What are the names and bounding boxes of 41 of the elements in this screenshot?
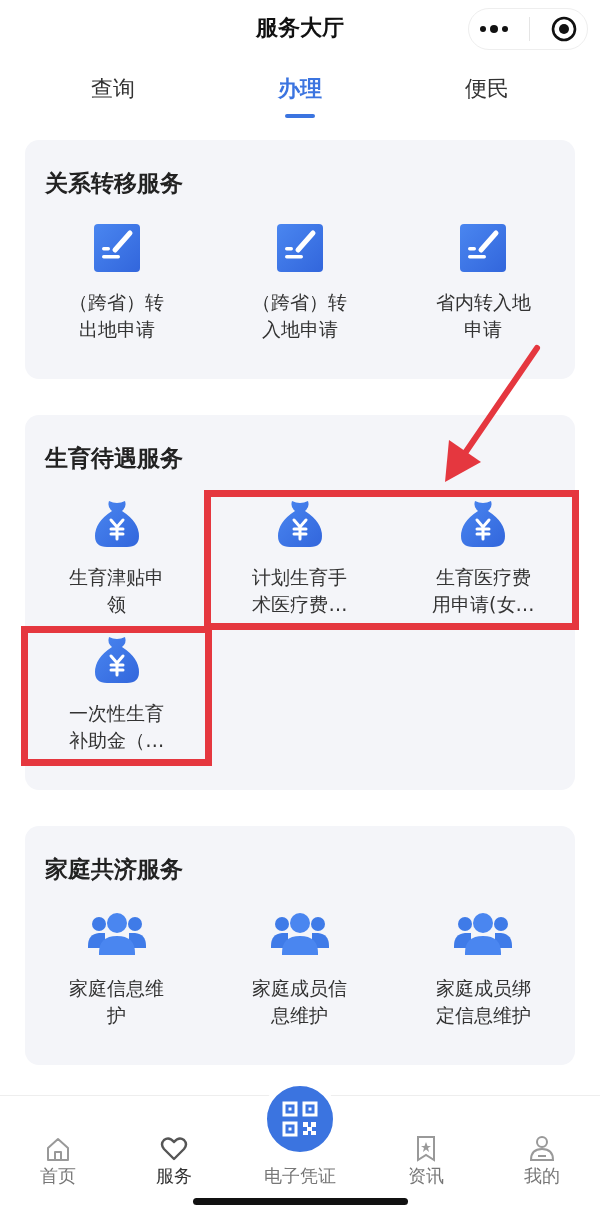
- home-icon: [44, 1135, 72, 1162]
- tab-bar-item[interactable]: 服务: [129, 1135, 219, 1188]
- service-label[interactable]: 省内转入地申请: [429, 289, 538, 343]
- money-bag-icon[interactable]: [276, 498, 324, 548]
- tab[interactable]: 便民: [464, 56, 509, 120]
- section-title: 生育待遇服务: [43, 444, 184, 473]
- tab-underline: [285, 114, 315, 118]
- more-icon[interactable]: [479, 24, 510, 34]
- tab-bar-label: 服务: [156, 1164, 192, 1188]
- section-title: 关系转移服务: [44, 169, 184, 198]
- tab-bar-label: 首页: [40, 1164, 76, 1188]
- service-label[interactable]: 生育医疗费用申请(女…: [429, 564, 538, 618]
- form-edit-icon[interactable]: [92, 223, 141, 273]
- service-label[interactable]: 家庭成员绑定信息维护: [429, 975, 538, 1029]
- form-edit-icon[interactable]: [276, 223, 324, 273]
- service-label[interactable]: 一次性生育补助金（…: [62, 700, 171, 754]
- tab-bar-label: 我的: [524, 1164, 560, 1188]
- tab-bar-item[interactable]: 电子凭证: [245, 1080, 355, 1188]
- tab-bar-item[interactable]: 资讯: [381, 1135, 471, 1188]
- tab-bar-label: 电子凭证: [264, 1164, 336, 1188]
- service-label[interactable]: （跨省）转出地申请: [62, 289, 171, 343]
- tab-bar-item[interactable]: 首页: [13, 1135, 103, 1188]
- person-icon: [528, 1135, 556, 1162]
- service-label[interactable]: 计划生育手术医疗费…: [245, 564, 355, 618]
- tab[interactable]: 查询: [91, 56, 136, 120]
- close-target-icon[interactable]: [550, 16, 577, 42]
- money-bag-icon[interactable]: [459, 498, 508, 548]
- heart-icon: [160, 1135, 188, 1162]
- section-title: 家庭共济服务: [44, 855, 184, 884]
- service-label[interactable]: 家庭信息维护: [62, 975, 171, 1029]
- service-label[interactable]: 生育津贴申领: [62, 564, 171, 618]
- service-label[interactable]: （跨省）转入地申请: [245, 289, 355, 343]
- form-edit-icon[interactable]: [459, 223, 508, 273]
- tab-bar-item[interactable]: 我的: [497, 1135, 587, 1188]
- qr-code-icon: [282, 1101, 318, 1137]
- tab-bar-label: 资讯: [408, 1164, 444, 1188]
- money-bag-icon[interactable]: [92, 498, 141, 548]
- page-title: 服务大厅: [256, 14, 344, 42]
- service-label[interactable]: 家庭成员信息维护: [245, 975, 355, 1029]
- tab[interactable]: 办理: [278, 56, 322, 120]
- money-bag-icon[interactable]: [92, 634, 141, 684]
